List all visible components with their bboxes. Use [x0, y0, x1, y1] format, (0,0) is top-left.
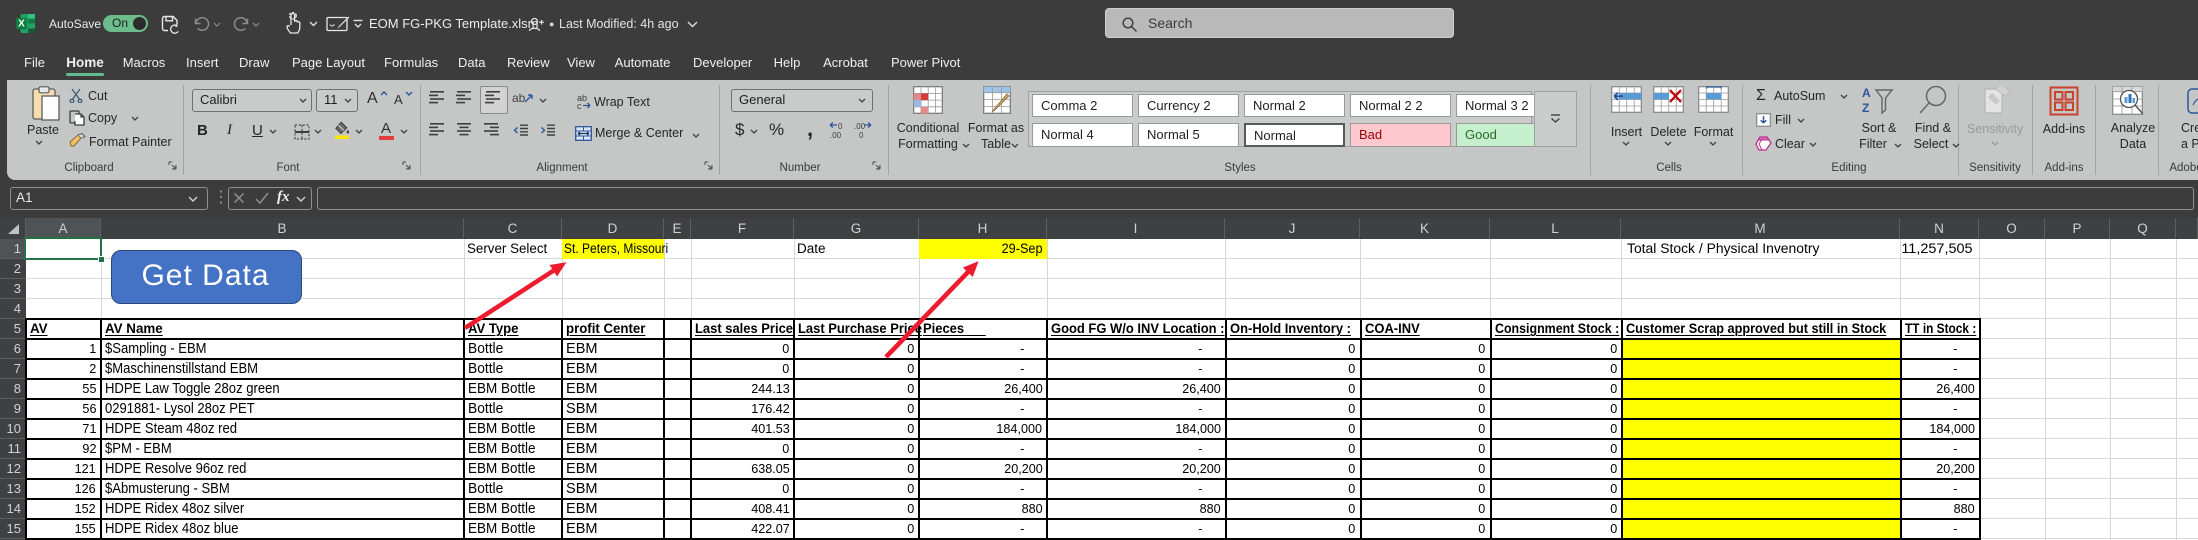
svg-text:0: 0 [859, 131, 864, 140]
svg-text:Z: Z [1862, 101, 1869, 115]
svg-text:ab: ab [512, 91, 526, 105]
svg-text:A: A [1862, 86, 1871, 100]
svg-text:c: c [577, 101, 582, 110]
svg-text:0: 0 [838, 122, 843, 131]
svg-text:X: X [18, 19, 25, 30]
svg-text:.00: .00 [854, 122, 866, 131]
svg-text:.00: .00 [830, 131, 842, 140]
